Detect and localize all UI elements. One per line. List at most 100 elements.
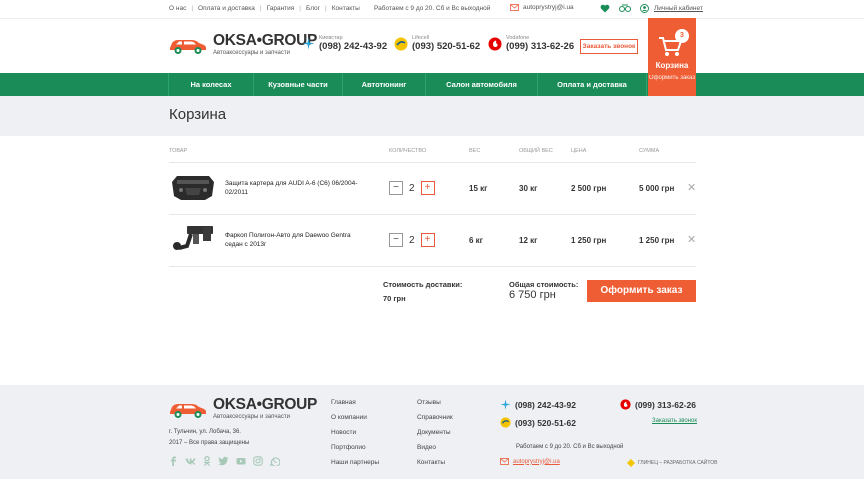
vodafone-icon: [620, 399, 631, 410]
quantity-stepper: − 2 +: [389, 181, 435, 195]
cart-title: Корзина: [655, 61, 689, 70]
mail-icon: [510, 4, 519, 11]
facebook-icon[interactable]: [169, 456, 178, 466]
footer-email[interactable]: autoprystryj@i.ua: [500, 458, 560, 465]
phone-number: (098) 242-43-92: [319, 41, 388, 52]
whatsapp-icon[interactable]: [270, 456, 280, 466]
product-price: 2 500 грн: [571, 184, 607, 193]
footer-link-contacts[interactable]: Контакты: [417, 459, 453, 474]
top-link-contacts[interactable]: Контакты: [332, 5, 360, 12]
work-hours: Работаем с 9 до 20. Сб и Вс выходной: [374, 5, 491, 12]
remove-item-icon[interactable]: ✕: [687, 233, 696, 246]
footer-callback-link[interactable]: Заказать звонок: [652, 418, 697, 424]
developer-logo-icon: [627, 459, 635, 467]
product-image-skid-plate[interactable]: [169, 170, 217, 206]
product-weight: 15 кг: [469, 184, 488, 193]
column-header-quantity: КОЛИЧЕСТВО: [389, 148, 427, 154]
quantity-increase-button[interactable]: +: [420, 233, 435, 247]
instagram-icon[interactable]: [253, 456, 263, 466]
footer-phone-number: (098) 242-43-92: [515, 399, 576, 410]
footer-link-company[interactable]: О компании: [331, 414, 379, 429]
compare-scales-icon[interactable]: [619, 3, 631, 13]
product-sum: 1 250 грн: [639, 236, 675, 245]
top-link-about[interactable]: О нас: [169, 5, 186, 12]
callback-button[interactable]: Заказать звонок: [580, 39, 638, 54]
top-bar: О нас | Оплата и доставка | Гарантия | Б…: [0, 0, 864, 18]
quantity-increase-button[interactable]: +: [420, 181, 435, 195]
footer-link-reference[interactable]: Справочник: [417, 414, 453, 429]
top-icons: Личный кабинет: [600, 3, 703, 13]
footer-phone-lifecell[interactable]: (093) 520-51-62: [500, 417, 576, 428]
row-divider: [169, 266, 696, 267]
top-link-warranty[interactable]: Гарантия: [267, 5, 295, 12]
header: OKSA•GROUP Автоаксессуары и запчасти Кие…: [0, 18, 864, 73]
main-nav: На колесах Кузовные части Автотюнинг Сал…: [0, 73, 864, 96]
developer-credit[interactable]: ГЛИНЕЦ – РАЗРАБОТКА САЙТОВ: [627, 459, 717, 467]
product-weight: 6 кг: [469, 236, 484, 245]
quantity-value[interactable]: 2: [409, 235, 415, 246]
top-email-text: autoprystryj@i.ua: [523, 4, 574, 11]
cart-checkout-link[interactable]: Оформить заказ: [648, 74, 696, 82]
nav-item-tuning[interactable]: Автотюнинг: [343, 73, 426, 96]
footer-menu-col-1: Главная О компании Новости Портфолио Наш…: [331, 399, 379, 474]
footer-link-video[interactable]: Видео: [417, 444, 453, 459]
footer-link-reviews[interactable]: Отзывы: [417, 399, 453, 414]
quantity-value[interactable]: 2: [409, 183, 415, 194]
nav-item-body-parts[interactable]: Кузовные части: [254, 73, 343, 96]
nav-item-payment-delivery[interactable]: Оплата и доставка: [538, 73, 647, 96]
footer-link-partners[interactable]: Наши партнеры: [331, 459, 379, 474]
footer-phone-number: (093) 520-51-62: [515, 417, 576, 428]
twitter-icon[interactable]: [218, 456, 229, 466]
footer-logo[interactable]: OKSA•GROUP Автоаксессуары и запчасти: [168, 397, 317, 420]
vk-icon[interactable]: [185, 456, 196, 466]
footer-link-portfolio[interactable]: Портфолио: [331, 444, 379, 459]
cart-widget[interactable]: 3 Корзина Оформить заказ: [648, 18, 696, 96]
footer-brand-slogan: Автоаксессуары и запчасти: [213, 414, 290, 420]
product-name[interactable]: Защита картера для AUDI A-6 (C6) 06/2004…: [225, 179, 365, 197]
phone-kyivstar[interactable]: Киевстар (098) 242-43-92: [302, 35, 387, 52]
table-row: Фаркоп Полигон-Авто для Daewoo Gentra се…: [0, 214, 864, 266]
footer-link-documents[interactable]: Документы: [417, 429, 453, 444]
phone-vodafone[interactable]: Vodafone (099) 313-62-26: [488, 35, 574, 52]
product-sum: 5 000 грн: [639, 184, 675, 193]
delivery-cost-value: 70 грн: [383, 294, 406, 303]
top-links: О нас | Оплата и доставка | Гарантия | Б…: [169, 5, 360, 12]
phone-number: (099) 313-62-26: [506, 41, 575, 52]
quantity-decrease-button[interactable]: −: [389, 233, 403, 247]
table-row: Защита картера для AUDI A-6 (C6) 06/2004…: [0, 162, 864, 214]
nav-item-interior[interactable]: Салон автомобиля: [426, 73, 538, 96]
place-order-button[interactable]: Оформить заказ: [587, 280, 696, 302]
product-price: 1 250 грн: [571, 236, 607, 245]
footer-link-news[interactable]: Новости: [331, 429, 379, 444]
product-total-weight: 12 кг: [519, 236, 538, 245]
quantity-decrease-button[interactable]: −: [389, 181, 403, 195]
kyivstar-star-icon: [302, 37, 315, 50]
product-image-towbar[interactable]: [169, 222, 217, 258]
footer-phone-vodafone[interactable]: (099) 313-62-26: [620, 399, 696, 410]
column-header-total-weight: ОБЩИЙ ВЕС: [519, 148, 553, 154]
personal-cabinet-label: Личный кабинет: [654, 4, 703, 12]
heart-icon[interactable]: [600, 4, 610, 13]
odnoklassniki-icon[interactable]: [203, 456, 211, 466]
personal-cabinet-link[interactable]: Личный кабинет: [640, 3, 703, 13]
mail-icon: [500, 458, 509, 465]
top-link-payment[interactable]: Оплата и доставка: [198, 5, 255, 12]
top-email[interactable]: autoprystryj@i.ua: [510, 4, 574, 11]
column-header-weight: ВЕС: [469, 148, 481, 154]
product-name[interactable]: Фаркоп Полигон-Авто для Daewoo Gentra се…: [225, 231, 365, 249]
phone-lifecell[interactable]: Lifecell (093) 520-51-62: [394, 35, 480, 52]
footer-link-home[interactable]: Главная: [331, 399, 379, 414]
top-link-blog[interactable]: Блог: [306, 5, 320, 12]
nav-item-wheels[interactable]: На колесах: [168, 73, 254, 96]
car-logo-icon: [170, 403, 206, 418]
footer-address-block: г. Тульчин, ул. Лобача, 36. 2017 – Все п…: [169, 427, 249, 449]
remove-item-icon[interactable]: ✕: [687, 181, 696, 194]
footer-phone-kyivstar[interactable]: (098) 242-43-92: [500, 399, 576, 410]
youtube-icon[interactable]: [236, 456, 246, 466]
logo[interactable]: OKSA•GROUP Автоаксессуары и запчасти: [168, 33, 317, 56]
lifecell-icon: [500, 417, 511, 428]
user-icon: [640, 3, 649, 13]
column-header-product: ТОВАР: [169, 148, 188, 154]
page-title: Корзина: [169, 106, 227, 123]
phone-number: (093) 520-51-62: [412, 41, 481, 52]
